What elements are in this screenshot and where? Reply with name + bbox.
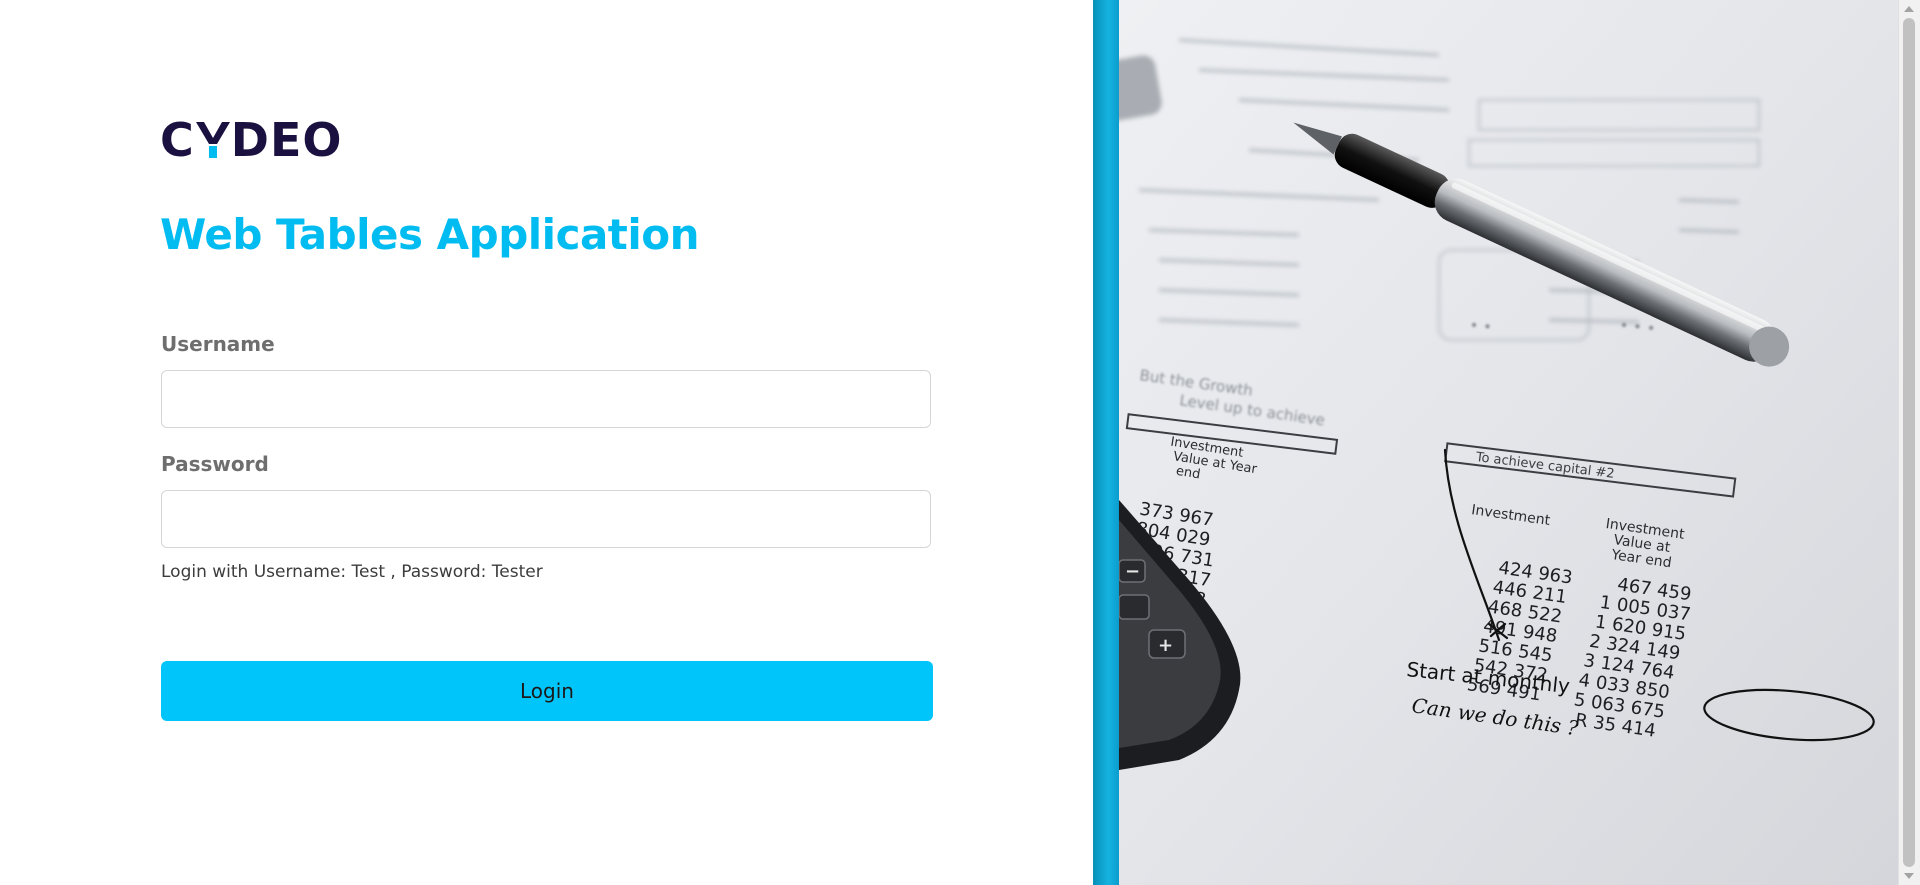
scroll-thumb[interactable] bbox=[1903, 18, 1915, 867]
password-label: Password bbox=[161, 452, 269, 476]
password-input[interactable] bbox=[161, 490, 931, 548]
username-input[interactable] bbox=[161, 370, 931, 428]
page-scrollbar[interactable] bbox=[1898, 0, 1920, 885]
finance-photo-illustration: But the Growth Level up to achieve • • •… bbox=[1119, 0, 1898, 885]
login-hint: Login with Username: Test , Password: Te… bbox=[161, 562, 543, 582]
login-panel: C DEO Web Tables Application Username Pa… bbox=[0, 0, 1093, 885]
login-button[interactable]: Login bbox=[161, 661, 933, 721]
svg-text:• • •: • • • bbox=[1619, 316, 1657, 338]
logo-y-mark-icon bbox=[195, 118, 230, 162]
username-label: Username bbox=[161, 332, 275, 356]
accent-divider bbox=[1093, 0, 1119, 885]
cydeo-logo: C DEO bbox=[160, 113, 343, 167]
finance-photo: But the Growth Level up to achieve • • •… bbox=[1119, 0, 1898, 885]
svg-text:+: + bbox=[1158, 635, 1173, 656]
scroll-down-arrow-icon[interactable] bbox=[1904, 873, 1914, 879]
svg-text:• •: • • bbox=[1469, 316, 1493, 336]
logo-text-right: DEO bbox=[230, 113, 343, 167]
scroll-up-arrow-icon[interactable] bbox=[1904, 6, 1914, 12]
logo-text-left: C bbox=[160, 113, 195, 167]
page-title: Web Tables Application bbox=[160, 210, 700, 259]
login-page: C DEO Web Tables Application Username Pa… bbox=[0, 0, 1920, 885]
svg-text:−: − bbox=[1125, 561, 1140, 582]
